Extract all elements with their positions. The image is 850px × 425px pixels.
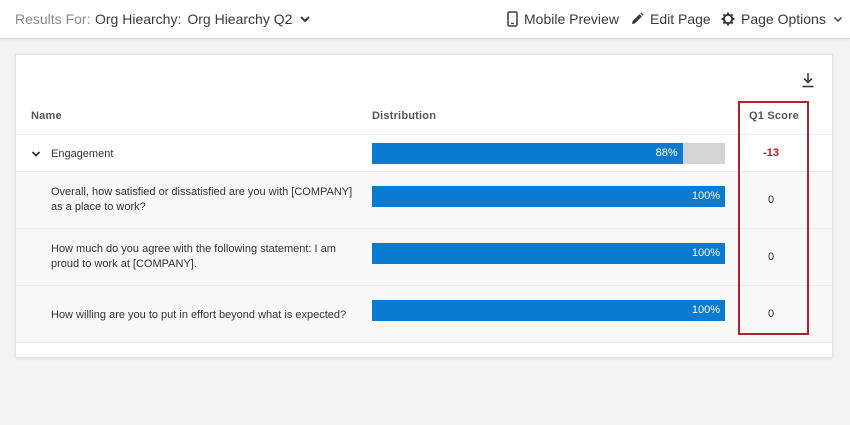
distribution-bar-fill: 100% [372, 186, 725, 207]
distribution-bar [372, 357, 725, 358]
distribution-bar: 100% [372, 186, 725, 207]
distribution-bar: 100% [372, 243, 725, 264]
distribution-bar: 88% [372, 143, 725, 164]
report-selector[interactable]: Org Hiearchy: Org Hiearchy Q2 [95, 11, 311, 27]
chevron-down-icon [300, 16, 311, 23]
results-for-label: Results For: [15, 11, 91, 27]
distribution-percent: 100% [691, 190, 720, 202]
row-label: Engagement [51, 148, 114, 160]
column-header-name: Name [31, 110, 62, 122]
row-label: How willing are you to put in effort bey… [51, 309, 347, 321]
report-group-label: Org Hiearchy: [95, 11, 182, 27]
chevron-down-icon [833, 17, 842, 22]
distribution-bar-fill: 100% [372, 243, 725, 264]
edit-page-button[interactable]: Edit Page [630, 11, 711, 27]
score-value: 0 [767, 308, 775, 320]
score-value: 0 [767, 251, 775, 263]
edit-page-label: Edit Page [650, 11, 711, 27]
table-row: Overall, how satisfied or dissatisfied a… [16, 171, 832, 228]
download-icon[interactable] [801, 72, 815, 88]
distribution-bar-fill: 100% [372, 300, 725, 321]
distribution-bar: 100% [372, 300, 725, 321]
distribution-percent: 100% [691, 247, 720, 259]
distribution-bar-fill: 88% [372, 143, 683, 164]
page-options-button[interactable]: Page Options [721, 11, 849, 27]
row-label: How much do you agree with the following… [51, 243, 336, 270]
mobile-preview-button[interactable]: Mobile Preview [507, 11, 619, 27]
page-options-label: Page Options [741, 11, 826, 27]
mobile-phone-icon [507, 11, 518, 27]
distribution-percent: 100% [691, 304, 720, 316]
column-header-distribution: Distribution [372, 110, 437, 122]
results-card: Name Distribution Q1 Score Engagement 88… [15, 54, 833, 358]
table-row-engagement[interactable]: Engagement 88% -13 [16, 134, 832, 171]
row-label: Overall, how satisfied or dissatisfied a… [51, 186, 353, 213]
distribution-percent: 88% [655, 147, 678, 159]
chevron-down-icon[interactable] [31, 149, 41, 159]
top-bar: Results For: Org Hiearchy: Org Hiearchy … [0, 0, 850, 39]
score-value: 0 [767, 194, 775, 206]
distribution-bar-fill [372, 357, 549, 358]
mobile-preview-label: Mobile Preview [524, 11, 619, 27]
column-header-score[interactable]: Q1 Score [749, 110, 799, 122]
pencil-icon [632, 12, 644, 24]
gear-icon [721, 12, 735, 26]
score-value: -13 [763, 147, 779, 159]
report-name-label: Org Hiearchy Q2 [187, 11, 293, 27]
table-row: How willing are you to put in effort bey… [16, 285, 832, 342]
table-row: How much do you agree with the following… [16, 228, 832, 285]
table-row-partial [16, 342, 832, 357]
